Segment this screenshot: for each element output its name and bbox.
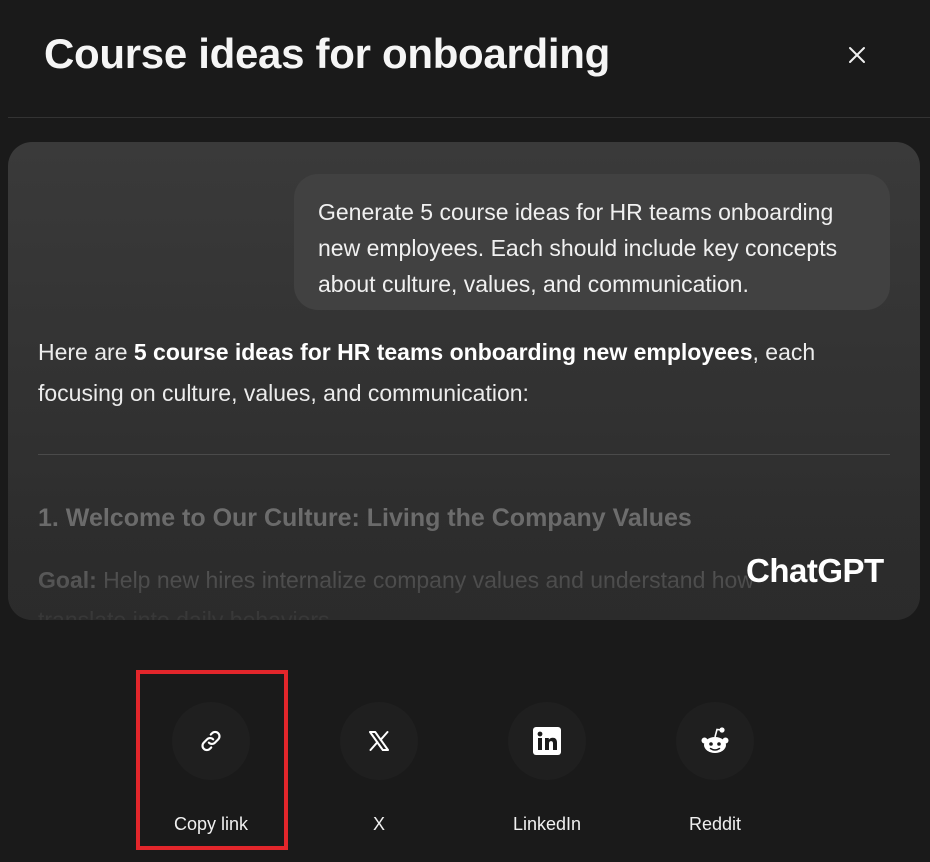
assistant-intro-prefix: Here are <box>38 339 134 365</box>
x-label: X <box>372 814 385 834</box>
assistant-intro-bold: 5 course ideas for HR teams onboarding n… <box>133 339 753 365</box>
dialog-title: Course ideas for onboarding <box>44 30 610 77</box>
goal-text: Help new hires internalize company value… <box>96 567 758 593</box>
dialog-header: Course ideas for onboarding <box>0 0 930 118</box>
response-divider <box>38 454 890 455</box>
conversation-preview-card: Generate 5 course ideas for HR teams onb… <box>8 142 920 620</box>
goal-label: Goal: <box>38 567 97 593</box>
goal-line: Goal: Help new hires internalize company… <box>38 560 758 600</box>
header-divider <box>8 117 930 118</box>
linkedin-label: LinkedIn <box>512 814 582 834</box>
close-icon <box>849 47 865 63</box>
user-message-bubble: Generate 5 course ideas for HR teams onb… <box>294 174 890 310</box>
linkedin-icon-circle <box>508 702 586 780</box>
share-reddit-button[interactable]: Reddit <box>640 668 790 850</box>
goal-line-continued: translate into daily behaviors. <box>38 607 336 620</box>
share-x-button[interactable]: X <box>304 668 454 850</box>
reddit-icon <box>701 727 729 753</box>
share-options-row: Copy link X LinkedIn Reddit <box>0 668 930 858</box>
reddit-label: Reddit <box>688 814 742 834</box>
linkedin-icon <box>533 727 561 755</box>
x-icon-circle <box>340 702 418 780</box>
copy-link-button[interactable]: Copy link <box>136 668 286 850</box>
share-linkedin-button[interactable]: LinkedIn <box>472 668 622 850</box>
chatgpt-brand-logo: ChatGPT <box>746 552 884 589</box>
share-dialog: Course ideas for onboarding Generate 5 c… <box>0 0 930 862</box>
course-heading: 1. Welcome to Our Culture: Living the Co… <box>38 504 692 532</box>
copy-link-label: Copy link <box>173 814 249 834</box>
copy-link-icon-circle <box>172 702 250 780</box>
close-button[interactable] <box>838 36 876 74</box>
link-icon <box>201 730 221 752</box>
assistant-intro-text: Here are 5 course ideas for HR teams onb… <box>38 332 898 414</box>
reddit-icon-circle <box>676 702 754 780</box>
x-logo-icon <box>369 731 389 751</box>
